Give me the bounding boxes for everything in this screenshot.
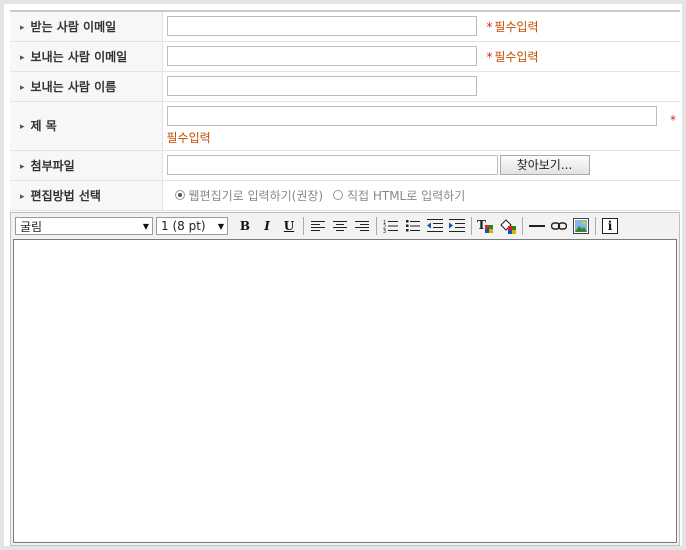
row-edit-mode: ▸ 편집방법 선택 웹편집기로 입력하기(권장) 직접 HTML로 입력하기: [10, 180, 680, 211]
required-text: 필수입력: [166, 130, 211, 145]
align-right-button[interactable]: [352, 216, 372, 236]
toolbar-divider: [522, 217, 523, 235]
background-color-icon: [500, 219, 516, 234]
label-cell: ▸ 첨부파일: [10, 150, 163, 181]
to-email-label: 받는 사람 이메일: [30, 19, 117, 34]
horizontal-rule-button[interactable]: [527, 216, 547, 236]
radio-direct-html-label[interactable]: 직접 HTML로 입력하기: [347, 189, 465, 203]
mail-form: ▸ 받는 사람 이메일 * 필수입력 ▸ 보내는 사람 이메일 * 필수입력 ▸ 보내: [10, 10, 680, 546]
field-cell: * 필수입력: [162, 10, 680, 42]
row-from-name: ▸ 보내는 사람 이름: [10, 71, 680, 102]
bullet-arrow-icon: ▸: [20, 52, 25, 63]
editor-content-area[interactable]: [13, 239, 677, 543]
required-star: *: [486, 49, 493, 64]
row-subject: ▸ 제 목 * 필수입력: [10, 101, 680, 151]
field-cell: 찾아보기...: [162, 150, 680, 181]
edit-mode-label: 편집방법 선택: [30, 188, 101, 203]
from-email-label: 보내는 사람 이메일: [30, 49, 128, 64]
required-text: 필수입력: [494, 19, 539, 34]
required-text: 필수입력: [494, 49, 539, 64]
bullet-arrow-icon: ▸: [20, 82, 25, 93]
browse-button[interactable]: 찾아보기...: [499, 155, 590, 175]
align-center-button[interactable]: [330, 216, 350, 236]
web-editor: 굴림 ▼ 1 (8 pt) ▼ B I U 1 2 3 T i: [10, 212, 680, 546]
font-family-select[interactable]: 굴림 ▼: [15, 217, 153, 235]
toolbar-divider: [471, 217, 472, 235]
font-size-value: 1 (8 pt): [161, 219, 206, 233]
chevron-down-icon: ▼: [217, 221, 224, 231]
svg-text:T: T: [477, 218, 486, 232]
field-cell: * 필수입력: [162, 101, 680, 151]
image-button[interactable]: [571, 216, 591, 236]
label-cell: ▸ 편집방법 선택: [10, 180, 163, 211]
required-star: *: [670, 112, 676, 127]
field-cell: * 필수입력: [162, 41, 680, 72]
font-size-select[interactable]: 1 (8 pt) ▼: [156, 217, 228, 235]
align-left-button[interactable]: [308, 216, 328, 236]
indent-button[interactable]: [447, 216, 467, 236]
from-name-label: 보내는 사람 이름: [30, 79, 117, 94]
bullet-arrow-icon: ▸: [20, 22, 25, 33]
text-color-button[interactable]: T: [476, 216, 496, 236]
row-attachment: ▸ 첨부파일 찾아보기...: [10, 150, 680, 181]
align-right-icon: [355, 220, 369, 232]
bullet-arrow-icon: ▸: [20, 122, 25, 132]
toolbar-divider: [595, 217, 596, 235]
label-cell: ▸ 보내는 사람 이메일: [10, 41, 163, 72]
info-icon: i: [602, 218, 618, 234]
ordered-list-icon: 1 2 3: [383, 220, 398, 233]
row-from-email: ▸ 보내는 사람 이메일 * 필수입력: [10, 41, 680, 72]
italic-button[interactable]: I: [257, 216, 277, 236]
required-note: * 필수입력: [486, 20, 538, 34]
form-table: ▸ 받는 사람 이메일 * 필수입력 ▸ 보내는 사람 이메일 * 필수입력 ▸ 보내: [10, 10, 680, 211]
align-left-icon: [311, 220, 325, 232]
svg-text:3: 3: [383, 229, 386, 233]
outdent-icon: [427, 219, 443, 232]
bullet-arrow-icon: ▸: [20, 161, 25, 172]
underline-button[interactable]: U: [279, 216, 299, 236]
required-note: * 필수입력: [486, 50, 538, 64]
subject-input[interactable]: [166, 105, 657, 126]
font-family-value: 굴림: [20, 219, 43, 234]
attachment-label: 첨부파일: [30, 158, 75, 173]
label-cell: ▸ 제 목: [10, 101, 163, 151]
toolbar-divider: [376, 217, 377, 235]
to-email-input[interactable]: [166, 16, 477, 37]
link-button[interactable]: [549, 216, 569, 236]
label-cell: ▸ 보내는 사람 이름: [10, 71, 163, 102]
field-cell: 웹편집기로 입력하기(권장) 직접 HTML로 입력하기: [162, 180, 680, 211]
required-star: *: [486, 19, 493, 34]
align-center-icon: [333, 220, 347, 232]
indent-icon: [449, 219, 465, 232]
bullet-arrow-icon: ▸: [20, 191, 25, 202]
page-frame: ▸ 받는 사람 이메일 * 필수입력 ▸ 보내는 사람 이메일 * 필수입력 ▸ 보내: [0, 0, 686, 550]
unordered-list-button[interactable]: [403, 216, 423, 236]
field-cell: [162, 71, 680, 102]
unordered-list-icon: [406, 220, 420, 232]
horizontal-rule-icon: [529, 225, 545, 227]
background-color-button[interactable]: [498, 216, 518, 236]
outdent-button[interactable]: [425, 216, 445, 236]
from-email-input[interactable]: [166, 46, 477, 66]
image-icon: [573, 218, 589, 234]
text-color-icon: T: [477, 218, 493, 233]
row-to-email: ▸ 받는 사람 이메일 * 필수입력: [10, 10, 680, 42]
chevron-down-icon: ▼: [142, 221, 149, 231]
editor-toolbar: 굴림 ▼ 1 (8 pt) ▼ B I U 1 2 3 T i: [11, 213, 679, 239]
radio-web-editor-label[interactable]: 웹편집기로 입력하기(권장): [189, 189, 324, 203]
bold-button[interactable]: B: [235, 216, 255, 236]
link-icon: [551, 222, 567, 230]
label-cell: ▸ 받는 사람 이메일: [10, 10, 163, 42]
info-button[interactable]: i: [600, 216, 620, 236]
toolbar-divider: [303, 217, 304, 235]
from-name-input[interactable]: [166, 76, 477, 96]
ordered-list-button[interactable]: 1 2 3: [381, 216, 401, 236]
subject-label: 제 목: [30, 119, 57, 133]
radio-web-editor[interactable]: [174, 190, 185, 200]
radio-direct-html[interactable]: [332, 190, 343, 200]
attachment-file-input[interactable]: [166, 155, 498, 175]
